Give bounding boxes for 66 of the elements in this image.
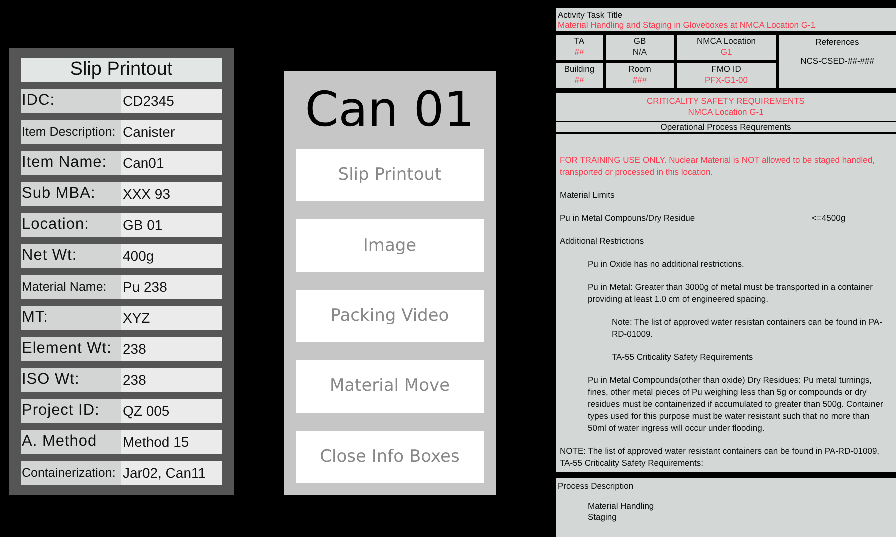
field-label: IDC:: [21, 89, 121, 113]
cell-value: ##: [574, 75, 586, 86]
field-value: CD2345: [121, 89, 222, 113]
field-value: Pu 238: [121, 275, 222, 299]
restriction-text: Note: The list of approved water resistan containers can be found in PA-RD-01009.: [611, 316, 884, 340]
menu-button[interactable]: Material Move: [296, 360, 484, 413]
field-label: MT:: [21, 306, 121, 330]
field-value: 400g: [121, 244, 222, 268]
cell-label: Room: [628, 64, 652, 75]
field-value: Can01: [121, 151, 222, 175]
field-value: 238: [121, 337, 222, 361]
field-value: XXX 93: [121, 182, 222, 206]
criticality-heading: NMCA Location G-1: [687, 107, 765, 118]
section-heading: Operational Process Requrements: [660, 122, 792, 132]
item-title: Can 01: [304, 83, 476, 133]
cell-value: G1: [720, 47, 734, 58]
field-label: Item Name:: [21, 151, 121, 175]
menu-button[interactable]: Packing Video: [296, 290, 484, 342]
field-value: XYZ: [121, 306, 222, 330]
criticality-heading: CRITICALITY SAFETY REQUIREMENTS: [646, 96, 806, 107]
cell-value: NCS-CSED-##-###: [800, 55, 876, 68]
cell-value: PFX-G1-00: [704, 75, 749, 86]
field-label: Net Wt:: [21, 244, 121, 268]
field-label: Sub MBA:: [21, 182, 121, 206]
process-item: Staging: [588, 512, 618, 523]
warning-text: FOR TRAINING USE ONLY. Nuclear Material is NOT allowed to be staged handled, transported or processed in this location.: [560, 154, 876, 178]
cell-label: FMO ID: [710, 64, 742, 75]
field-label: Element Wt:: [21, 337, 121, 361]
limit-label: Pu in Metal Compouns/Dry Residue: [560, 212, 696, 224]
section-text: NOTE: The list of approved water resistant containers can be found in PA-RD-01009, TA-55 Criticality Safety Requirements:: [560, 445, 881, 469]
field-label: Item Description:: [21, 120, 121, 144]
cell-label: NMCA Location: [696, 36, 758, 47]
cell-label: Building: [563, 64, 596, 75]
field-label: Location:: [21, 213, 121, 237]
restriction-text: Pu in Metal Compounds(other than oxide) Dry Residues: Pu metal turnings, fines, other metal pieces of Pu weighing less than 5g or compounds or dry residues must be containerized if accumulated to greater than 500g. Container types used for this purpose must be water resistant such that no more than 50ml of water ingress will occur under flooding.: [587, 374, 884, 434]
process-item: Material Handling: [588, 501, 656, 512]
field-value: Method 15: [121, 430, 222, 454]
field-value: QZ 005: [121, 399, 222, 423]
field-value: Jar02, Can11: [121, 461, 222, 485]
field-value: Canister: [121, 120, 222, 144]
cell-value: ##: [574, 47, 586, 58]
field-label: ISO Wt:: [21, 368, 121, 392]
menu-button[interactable]: Image: [296, 219, 484, 272]
activity-label: Activity Task Title: [558, 10, 624, 20]
menu-button[interactable]: Close Info Boxes: [296, 430, 484, 484]
field-label: Containerization:: [21, 461, 121, 485]
restriction-text: TA-55 Criticality Safety Requirements: [611, 351, 754, 363]
cell-label: References: [814, 36, 860, 49]
field-label: A. Method: [21, 430, 121, 454]
restriction-text: Pu in Metal: Greater than 3000g of metal must be transported in a container providing at least 1.0 cm of engineered spacing.: [587, 281, 874, 305]
section-text: Additional Restrictions: [560, 235, 646, 247]
activity-title: Material Handling and Staging in Gloveboxes at NMCA Location G-1: [558, 20, 817, 30]
panel-title: Slip Printout: [21, 58, 222, 82]
field-value: GB 01: [121, 213, 222, 237]
process-label: Process Description: [558, 481, 635, 491]
cell-label: TA: [573, 36, 586, 47]
limit-value: <=4500g: [812, 212, 846, 224]
cell-value: N/A: [632, 47, 648, 58]
field-label: Material Name:: [21, 275, 121, 299]
field-value: 238: [121, 368, 222, 392]
cell-label: GB: [632, 36, 648, 47]
menu-button[interactable]: Slip Printout: [296, 149, 484, 202]
cell-value: ###: [632, 75, 648, 86]
restriction-text: Pu in Oxide has no additional restrictions.: [587, 258, 746, 270]
section-text: Material Limits: [560, 189, 616, 201]
field-label: Project ID:: [21, 399, 121, 423]
